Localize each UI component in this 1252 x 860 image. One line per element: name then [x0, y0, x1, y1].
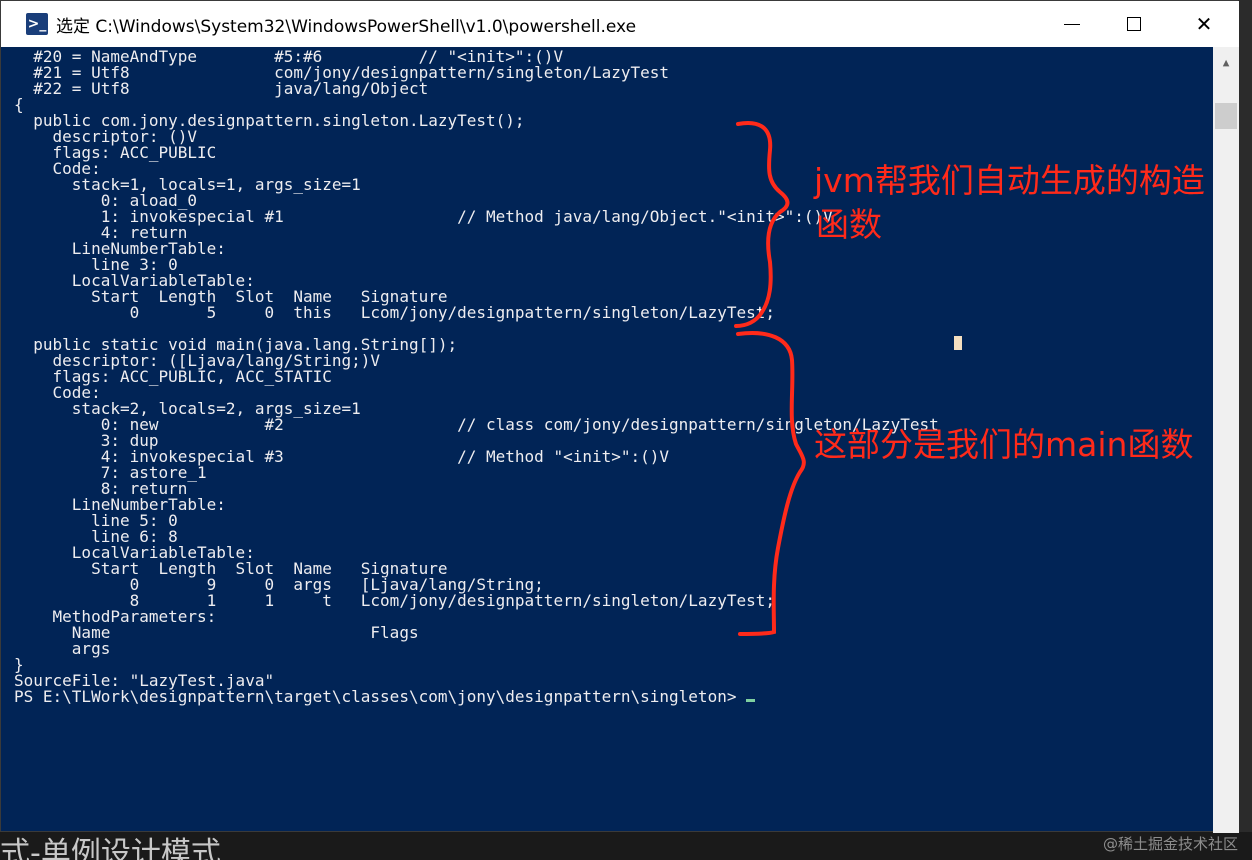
window-title: 选定 C:\Windows\System32\WindowsPowerShell…: [56, 16, 637, 37]
prompt-text: PS E:\TLWork\designpattern\target\classe…: [14, 687, 747, 706]
powershell-icon: >_: [26, 13, 48, 35]
close-icon: ✕: [1195, 12, 1213, 36]
minimize-button[interactable]: [1049, 1, 1095, 47]
annotation-constructor-line1: jvm帮我们自动生成的构造: [814, 161, 1205, 200]
annotation-constructor-line2: 函数: [816, 205, 882, 244]
minimize-icon: [1064, 23, 1080, 25]
annotation-main: 这部分是我们的main函数: [814, 425, 1194, 464]
selection-cursor: [954, 336, 962, 350]
background-window-edge: [1238, 0, 1252, 860]
scroll-up-icon[interactable]: ▲: [1213, 47, 1239, 77]
powershell-window: >_ 选定 C:\Windows\System32\WindowsPowerSh…: [0, 0, 1239, 833]
text-cursor: [746, 699, 756, 702]
scroll-thumb[interactable]: [1215, 103, 1237, 129]
maximize-button[interactable]: [1111, 1, 1157, 47]
background-page-heading: 式-单例设计模式: [0, 836, 221, 860]
command-prompt[interactable]: PS E:\TLWork\designpattern\target\classe…: [14, 687, 756, 706]
console-line: args: [14, 639, 111, 658]
background-page-strip: 式-单例设计模式 @稀土掘金技术社区: [0, 832, 1252, 860]
watermark: @稀土掘金技术社区: [1102, 835, 1238, 853]
title-bar[interactable]: >_ 选定 C:\Windows\System32\WindowsPowerSh…: [1, 1, 1239, 47]
console-line: 0 5 0 this Lcom/jony/designpattern/singl…: [14, 303, 775, 322]
console-line: #22 = Utf8 java/lang/Object: [14, 79, 429, 98]
vertical-scrollbar[interactable]: ▲: [1213, 47, 1239, 833]
close-button[interactable]: ✕: [1181, 1, 1227, 47]
maximize-icon: [1127, 17, 1141, 31]
